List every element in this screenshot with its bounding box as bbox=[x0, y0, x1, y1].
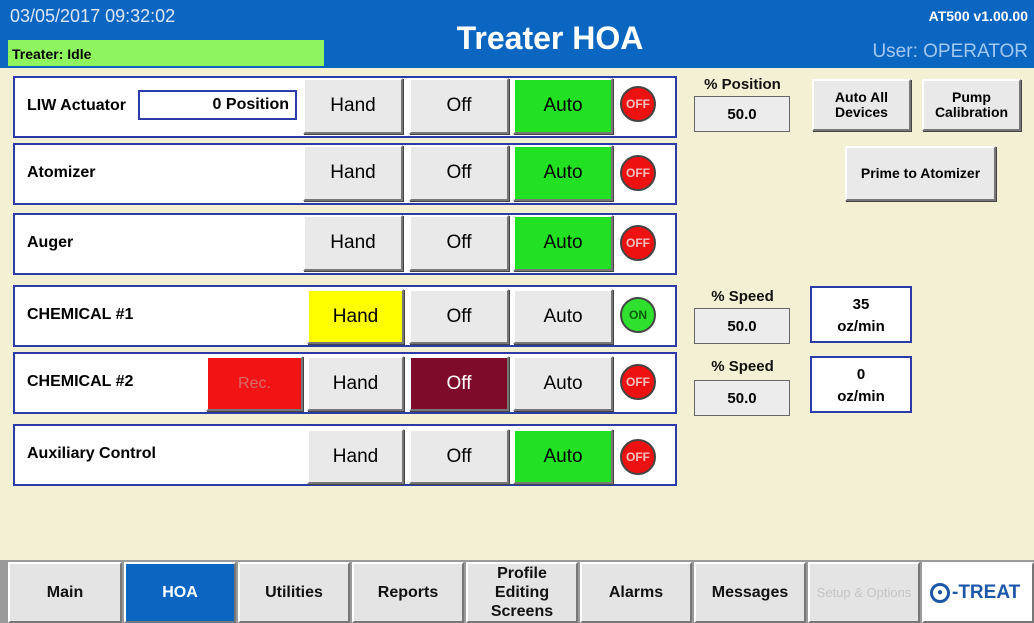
aux-auto-button[interactable]: Auto bbox=[513, 429, 613, 484]
row-label: Auxiliary Control bbox=[27, 445, 156, 462]
chem1-off-button[interactable]: Off bbox=[409, 289, 509, 344]
user-label: User: OPERATOR bbox=[872, 41, 1028, 62]
chem2-rate-unit: oz/min bbox=[837, 388, 885, 405]
auto-all-devices-button[interactable]: Auto All Devices bbox=[812, 79, 911, 131]
row-label: LIW Actuator bbox=[27, 97, 126, 114]
liw-position-display: 0 Position bbox=[138, 90, 297, 120]
chem2-status-lamp: OFF bbox=[620, 364, 656, 400]
row-label: CHEMICAL #1 bbox=[27, 306, 134, 323]
chem2-speed-value[interactable]: 50.0 bbox=[694, 380, 790, 416]
chem2-rate-value: 0 bbox=[856, 366, 866, 383]
liw-auto-button[interactable]: Auto bbox=[513, 78, 613, 134]
aux-status-lamp: OFF bbox=[620, 439, 656, 475]
tab-profile-editing-screens[interactable]: Profile Editing Screens bbox=[466, 562, 578, 623]
pump-calibration-button[interactable]: Pump Calibration bbox=[922, 79, 1021, 131]
row-label: Atomizer bbox=[27, 164, 96, 181]
chem1-rate-value: 35 bbox=[852, 296, 870, 313]
chem1-rate-display: 35 oz/min bbox=[810, 286, 912, 343]
row-label: Auger bbox=[27, 234, 74, 251]
page-title: Treater HOA bbox=[456, 20, 644, 56]
chem2-speed-label: % Speed bbox=[711, 358, 774, 375]
row-label: CHEMICAL #2 bbox=[27, 373, 134, 390]
logo-text: -TREAT bbox=[952, 582, 1021, 603]
tab-alarms[interactable]: Alarms bbox=[580, 562, 692, 623]
atomizer-off-button[interactable]: Off bbox=[409, 145, 509, 201]
liw-hand-button[interactable]: Hand bbox=[303, 78, 403, 134]
tab-reports[interactable]: Reports bbox=[352, 562, 464, 623]
chem2-rate-display: 0 oz/min bbox=[810, 356, 912, 413]
company-logo: ● -TREAT bbox=[922, 562, 1034, 623]
position-label: % Position bbox=[704, 76, 781, 93]
auger-off-button[interactable]: Off bbox=[409, 215, 509, 271]
chem1-speed-label: % Speed bbox=[711, 288, 774, 305]
tab-hoa[interactable]: HOA bbox=[124, 562, 236, 623]
position-value[interactable]: 50.0 bbox=[694, 96, 790, 132]
chem1-speed-value[interactable]: 50.0 bbox=[694, 308, 790, 344]
chem2-auto-button[interactable]: Auto bbox=[513, 356, 613, 411]
datetime: 03/05/2017 09:32:02 bbox=[10, 6, 176, 26]
liw-off-button[interactable]: Off bbox=[409, 78, 509, 134]
tab-setup-options[interactable]: Setup & Options bbox=[808, 562, 920, 623]
aux-off-button[interactable]: Off bbox=[409, 429, 509, 484]
version-label: AT500 v1.00.00 bbox=[928, 8, 1028, 24]
atomizer-status-lamp: OFF bbox=[620, 155, 656, 191]
chem2-hand-button[interactable]: Hand bbox=[307, 356, 404, 411]
tab-messages[interactable]: Messages bbox=[694, 562, 806, 623]
auger-hand-button[interactable]: Hand bbox=[303, 215, 403, 271]
chem1-status-lamp: ON bbox=[620, 297, 656, 333]
tab-main[interactable]: Main bbox=[8, 562, 122, 623]
tab-utilities[interactable]: Utilities bbox=[238, 562, 350, 623]
chem1-hand-button[interactable]: Hand bbox=[307, 289, 404, 344]
chem2-recirculate-button[interactable]: Rec. bbox=[206, 356, 303, 411]
logo-mark-icon: ● bbox=[930, 582, 950, 603]
atomizer-hand-button[interactable]: Hand bbox=[303, 145, 403, 201]
treater-status: Treater: Idle bbox=[8, 40, 324, 66]
prime-to-atomizer-button[interactable]: Prime to Atomizer bbox=[845, 146, 996, 201]
atomizer-auto-button[interactable]: Auto bbox=[513, 145, 613, 201]
auger-status-lamp: OFF bbox=[620, 225, 656, 261]
aux-hand-button[interactable]: Hand bbox=[307, 429, 404, 484]
chem1-auto-button[interactable]: Auto bbox=[513, 289, 613, 344]
liw-status-lamp: OFF bbox=[620, 86, 656, 122]
auger-auto-button[interactable]: Auto bbox=[513, 215, 613, 271]
chem2-off-button[interactable]: Off bbox=[409, 356, 509, 411]
chem1-rate-unit: oz/min bbox=[837, 318, 885, 335]
